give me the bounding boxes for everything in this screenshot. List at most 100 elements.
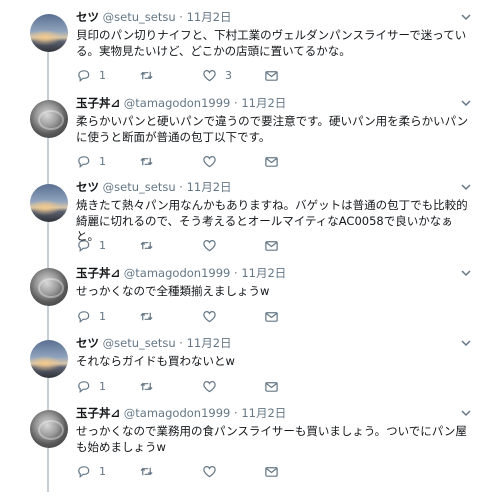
avatar[interactable]: [30, 340, 68, 378]
chevron-down-icon[interactable]: [460, 268, 472, 278]
reply-button[interactable]: 1: [76, 67, 106, 83]
timestamp[interactable]: 11月2日: [241, 96, 286, 110]
avatar[interactable]: [30, 268, 68, 306]
tweet-header: セツ @setu_setsu · 11月2日: [76, 180, 476, 195]
heart-icon: [203, 465, 216, 477]
like-button[interactable]: [202, 237, 225, 253]
handle[interactable]: @setu_setsu: [103, 10, 176, 24]
handle[interactable]: @tamagodon1999: [124, 406, 231, 420]
retweet-icon: [140, 241, 153, 249]
chevron-down-icon[interactable]: [460, 98, 472, 108]
heart-icon: [203, 380, 216, 392]
retweet-button[interactable]: [139, 463, 162, 479]
reply-button[interactable]: 1: [76, 463, 106, 479]
reply-button[interactable]: 1: [76, 237, 106, 253]
tweet[interactable]: 玉子丼⊿ @tamagodon1999 · 11月2日 せっかくなので業務用の食…: [76, 406, 476, 478]
timestamp[interactable]: 11月2日: [241, 266, 286, 280]
tweet-actions: 1: [76, 308, 296, 324]
thread-line: [47, 52, 49, 102]
thread-line: [47, 448, 49, 492]
tweet[interactable]: 玉子丼⊿ @tamagodon1999 · 11月2日 柔らかいパンと硬いパンで…: [76, 96, 476, 168]
timestamp[interactable]: 11月2日: [187, 336, 232, 350]
chevron-down-icon[interactable]: [460, 182, 472, 192]
handle[interactable]: @tamagodon1999: [124, 266, 231, 280]
timestamp[interactable]: 11月2日: [241, 406, 286, 420]
retweet-button[interactable]: [139, 237, 162, 253]
handle[interactable]: @setu_setsu: [103, 180, 176, 194]
tweet-header: 玉子丼⊿ @tamagodon1999 · 11月2日: [76, 96, 476, 111]
display-name[interactable]: 玉子丼⊿: [76, 96, 120, 110]
reply-button[interactable]: 1: [76, 378, 106, 394]
dm-button[interactable]: [264, 67, 279, 83]
heart-icon: [203, 69, 216, 81]
like-button[interactable]: [202, 463, 225, 479]
tweet-actions: 1: [76, 463, 296, 479]
envelope-icon: [265, 381, 278, 392]
chevron-down-icon[interactable]: [460, 338, 472, 348]
retweet-button[interactable]: [139, 67, 162, 83]
reply-button[interactable]: 1: [76, 308, 106, 324]
tweet-header: セツ @setu_setsu · 11月2日: [76, 336, 476, 351]
chevron-down-icon[interactable]: [460, 12, 472, 22]
heart-icon: [203, 310, 216, 322]
like-button[interactable]: [202, 153, 225, 169]
reply-count: 1: [99, 68, 106, 82]
tweet-header: 玉子丼⊿ @tamagodon1999 · 11月2日: [76, 406, 476, 421]
separator: ·: [179, 336, 183, 350]
thread-line: [47, 222, 49, 270]
dm-button[interactable]: [264, 463, 279, 479]
display-name[interactable]: 玉子丼⊿: [76, 406, 120, 420]
timestamp[interactable]: 11月2日: [187, 10, 232, 24]
avatar[interactable]: [30, 184, 68, 222]
retweet-icon: [140, 71, 153, 79]
tweet[interactable]: 玉子丼⊿ @tamagodon1999 · 11月2日 せっかくなので全種類揃え…: [76, 266, 476, 323]
display-name[interactable]: セツ: [76, 10, 99, 24]
avatar[interactable]: [30, 410, 68, 448]
handle[interactable]: @setu_setsu: [103, 336, 176, 350]
retweet-icon: [140, 382, 153, 390]
display-name[interactable]: セツ: [76, 180, 99, 194]
reply-button[interactable]: 1: [76, 153, 106, 169]
tweet-actions: 1: [76, 237, 296, 253]
like-button[interactable]: 3: [202, 67, 232, 83]
retweet-button[interactable]: [139, 378, 162, 394]
display-name[interactable]: 玉子丼⊿: [76, 266, 120, 280]
thread-line: [47, 378, 49, 412]
like-button[interactable]: [202, 308, 225, 324]
reply-icon: [78, 239, 90, 252]
heart-icon: [203, 155, 216, 167]
retweet-icon: [140, 312, 153, 320]
retweet-icon: [140, 157, 153, 165]
reply-icon: [78, 155, 90, 168]
dm-button[interactable]: [264, 153, 279, 169]
avatar[interactable]: [30, 100, 68, 138]
tweet[interactable]: セツ @setu_setsu · 11月2日 それならガイドも買わないとw 1: [76, 336, 476, 393]
avatar[interactable]: [30, 14, 68, 52]
like-count: 3: [225, 68, 232, 82]
reply-icon: [78, 69, 90, 82]
reply-count: 1: [99, 379, 106, 393]
separator: ·: [179, 180, 183, 194]
dm-button[interactable]: [264, 237, 279, 253]
dm-button[interactable]: [264, 378, 279, 394]
envelope-icon: [265, 70, 278, 81]
retweet-button[interactable]: [139, 153, 162, 169]
envelope-icon: [265, 466, 278, 477]
handle[interactable]: @tamagodon1999: [124, 96, 231, 110]
tweet[interactable]: セツ @setu_setsu · 11月2日 焼きたて熱々パン用なんかもあります…: [76, 180, 476, 252]
envelope-icon: [265, 156, 278, 167]
separator: ·: [179, 10, 183, 24]
timestamp[interactable]: 11月2日: [187, 180, 232, 194]
chevron-down-icon[interactable]: [460, 408, 472, 418]
tweet-text: 柔らかいパンと硬いパンで違うので要注意です。硬いパン用を柔らかいパンに使うと断面…: [76, 114, 469, 144]
reply-count: 1: [99, 309, 106, 323]
tweet[interactable]: セツ @setu_setsu · 11月2日 貝印のパン切りナイフと、下村工業の…: [76, 10, 476, 82]
dm-button[interactable]: [264, 308, 279, 324]
tweet-actions: 1 3: [76, 67, 296, 83]
heart-icon: [203, 239, 216, 251]
reply-count: 1: [99, 238, 106, 252]
display-name[interactable]: セツ: [76, 336, 99, 350]
like-button[interactable]: [202, 378, 225, 394]
retweet-button[interactable]: [139, 308, 162, 324]
tweet-text: 貝印のパン切りナイフと、下村工業のヴェルダンパンスライサーで迷っている。実物見た…: [76, 28, 467, 58]
